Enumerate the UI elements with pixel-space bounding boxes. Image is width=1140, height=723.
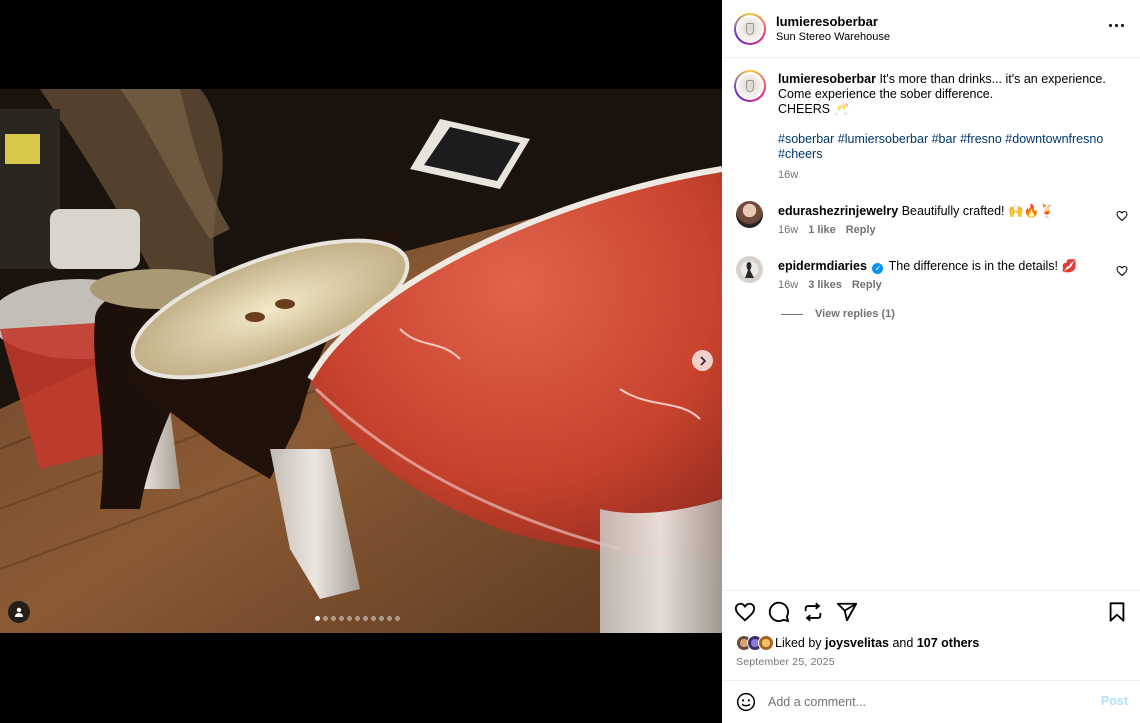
hashtag[interactable]: #fresno: [960, 132, 1002, 146]
comment-item: edurashezrinjewelry Beautifully crafted!…: [722, 201, 1140, 251]
carousel-dot: [339, 616, 344, 621]
emoji-icon: [736, 692, 756, 712]
caption-line-3: CHEERS 🥂: [778, 102, 850, 116]
comment-button[interactable]: [768, 601, 792, 625]
hashtag[interactable]: #soberbar: [778, 132, 834, 146]
heart-icon: [1116, 210, 1128, 222]
heart-icon: [734, 602, 756, 622]
carousel-dot: [355, 616, 360, 621]
add-comment-bar: Post: [722, 680, 1140, 723]
instagram-post-modal: lumieresoberbar Sun Stereo Warehouse lum…: [0, 0, 1140, 723]
carousel-dot: [323, 616, 328, 621]
caption-hashtags: #soberbar #lumiersoberbar #bar #fresno #…: [778, 132, 1118, 162]
commenter-avatar[interactable]: [736, 201, 763, 228]
commenter-avatar[interactable]: [736, 256, 763, 283]
author-avatar[interactable]: [734, 13, 766, 45]
comment-like-button[interactable]: [1116, 264, 1128, 282]
caption-timestamp[interactable]: 16w: [778, 169, 798, 181]
repost-icon: [804, 602, 822, 622]
liked-by-prefix: Liked by: [775, 636, 822, 650]
more-options-button[interactable]: [1109, 20, 1124, 31]
post-photo[interactable]: [0, 89, 722, 633]
carousel-dot: [379, 616, 384, 621]
like-button[interactable]: [734, 601, 758, 625]
liked-by-others[interactable]: 107 others: [917, 636, 980, 650]
post-location[interactable]: Sun Stereo Warehouse: [776, 31, 890, 43]
post-comment-button[interactable]: Post: [1101, 694, 1128, 708]
caption-text: lumieresoberbar It's more than drinks...…: [778, 72, 1118, 117]
hashtag[interactable]: #bar: [932, 132, 957, 146]
post-side-panel: lumieresoberbar Sun Stereo Warehouse lum…: [722, 0, 1140, 723]
comment-likes[interactable]: 3 likes: [808, 279, 842, 291]
post-header: lumieresoberbar Sun Stereo Warehouse: [722, 0, 1140, 58]
carousel-dot: [347, 616, 352, 621]
comment-meta: 16w 3 likes Reply: [778, 279, 882, 291]
view-replies-label: View replies (1): [815, 308, 895, 320]
user-tag-icon: [15, 607, 23, 617]
mocktail-photo-illustration: [0, 89, 722, 633]
comment-reply-button[interactable]: Reply: [846, 224, 876, 236]
comment-text: edurashezrinjewelry Beautifully crafted!…: [778, 204, 1055, 219]
comment-body: The difference is in the details! 💋: [888, 259, 1078, 273]
comment-item: epidermdiaries ✓ The difference is in th…: [722, 256, 1140, 306]
replies-divider: [781, 313, 803, 315]
carousel-dot: [371, 616, 376, 621]
comment-icon: [768, 601, 790, 623]
chevron-right-icon: [699, 355, 706, 366]
hashtag[interactable]: #lumiersoberbar: [838, 132, 928, 146]
share-icon: [836, 602, 858, 622]
likers-avatars[interactable]: [736, 635, 774, 651]
carousel-dot: [363, 616, 368, 621]
comment-author[interactable]: epidermdiaries: [778, 259, 867, 273]
emoji-button[interactable]: [736, 692, 756, 712]
action-bar: [734, 601, 1130, 625]
carousel-dot: [331, 616, 336, 621]
liked-by-user[interactable]: joysvelitas: [825, 636, 889, 650]
carousel-dot: [387, 616, 392, 621]
author-username[interactable]: lumieresoberbar: [776, 14, 878, 29]
verified-icon: ✓: [872, 263, 884, 274]
comment-likes[interactable]: 1 like: [808, 224, 836, 236]
comment-like-button[interactable]: [1116, 209, 1128, 227]
hashtag[interactable]: #cheers: [778, 147, 822, 161]
caption-line-1: It's more than drinks... it's an experie…: [879, 72, 1106, 86]
post-date[interactable]: September 25, 2025: [736, 656, 835, 668]
liked-by-conj: and: [892, 636, 914, 650]
comment-time[interactable]: 16w: [778, 279, 798, 291]
carousel-dot: [395, 616, 400, 621]
comment-input[interactable]: [768, 691, 1088, 713]
share-button[interactable]: [836, 601, 860, 625]
bookmark-icon: [1109, 602, 1125, 622]
post-actions: Liked by joysvelitas and 107 others Sept…: [722, 590, 1140, 680]
more-icon: [1109, 24, 1112, 27]
comment-body: Beautifully crafted! 🙌🔥🍹: [901, 204, 1055, 218]
post-media: [0, 0, 722, 723]
carousel-indicator: [315, 616, 400, 621]
liker-avatar: [758, 635, 774, 651]
carousel-dot: [315, 616, 320, 621]
comment-text: epidermdiaries ✓ The difference is in th…: [778, 259, 1077, 274]
comments-section: lumieresoberbar It's more than drinks...…: [722, 59, 1140, 589]
repost-button[interactable]: [802, 601, 826, 625]
liked-by: Liked by joysvelitas and 107 others: [736, 635, 979, 651]
tagged-users-button[interactable]: [8, 601, 30, 623]
view-replies-button[interactable]: View replies (1): [781, 308, 895, 320]
comment-reply-button[interactable]: Reply: [852, 279, 882, 291]
heart-icon: [1116, 265, 1128, 277]
caption-line-2: Come experience the sober difference.: [778, 87, 994, 101]
carousel-next-button[interactable]: [692, 350, 713, 371]
comment-author[interactable]: edurashezrinjewelry: [778, 204, 898, 218]
comment-time[interactable]: 16w: [778, 224, 798, 236]
hashtag[interactable]: #downtownfresno: [1005, 132, 1103, 146]
save-button[interactable]: [1106, 601, 1130, 625]
caption-author-avatar[interactable]: [734, 70, 766, 102]
caption-author[interactable]: lumieresoberbar: [778, 72, 876, 86]
comment-meta: 16w 1 like Reply: [778, 224, 876, 236]
